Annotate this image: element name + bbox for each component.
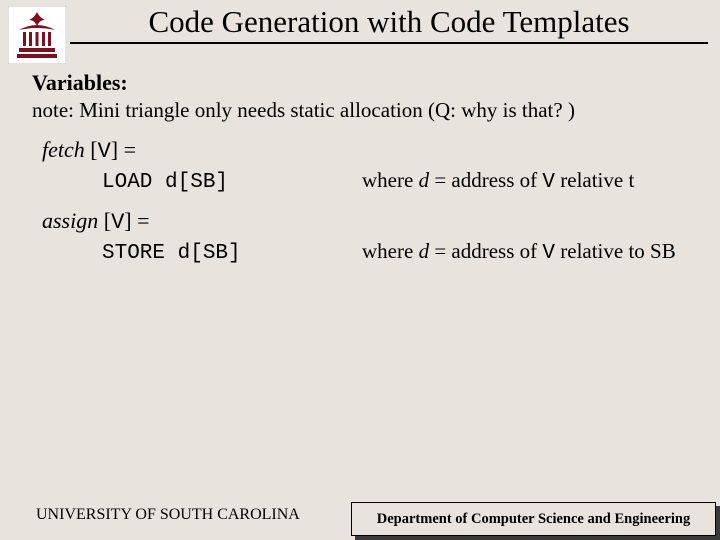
fetch-name: fetch — [42, 137, 85, 162]
fetch-block: fetch [V] = LOAD d[SB] where d = address… — [32, 137, 688, 194]
content-area: Variables: note: Mini triangle only need… — [0, 64, 720, 265]
assign-code: STORE d[SB] — [42, 242, 362, 265]
assign-name: assign — [42, 208, 98, 233]
variables-heading: Variables: — [32, 70, 688, 96]
footer: UNIVERSITY OF SOUTH CAROLINA Department … — [0, 498, 720, 540]
assign-row: STORE d[SB] where d = address of V relat… — [42, 239, 688, 265]
fetch-code: LOAD d[SB] — [42, 171, 362, 194]
fetch-where: where d = address of V relative t — [362, 168, 634, 194]
footer-university: UNIVERSITY OF SOUTH CAROLINA — [36, 506, 300, 524]
allocation-note: note: Mini triangle only needs static al… — [32, 98, 688, 123]
university-logo — [8, 6, 66, 64]
slide-title: Code Generation with Code Templates — [70, 4, 708, 44]
assign-signature: assign [V] = — [42, 208, 688, 235]
assign-where: where d = address of V relative to SB — [362, 239, 676, 265]
assign-arg: V — [111, 210, 124, 235]
assign-block: assign [V] = STORE d[SB] where d = addre… — [32, 208, 688, 265]
fetch-row: LOAD d[SB] where d = address of V relati… — [42, 168, 688, 194]
header: Code Generation with Code Templates — [0, 0, 720, 64]
footer-department: Department of Computer Science and Engin… — [351, 502, 716, 536]
fetch-arg: V — [98, 139, 111, 164]
fetch-signature: fetch [V] = — [42, 137, 688, 164]
